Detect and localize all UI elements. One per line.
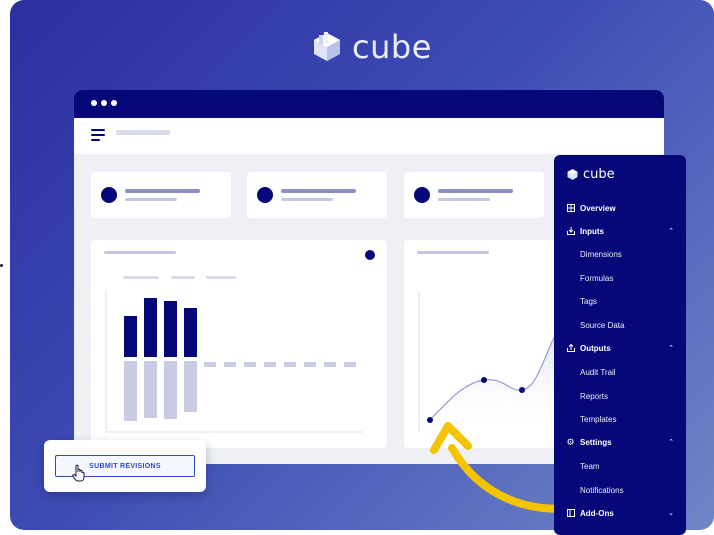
sidebar-item-outputs[interactable]: Outputs ⌃ [554, 339, 686, 357]
sidebar-item-formulas[interactable]: Formulas [554, 269, 686, 287]
stat-card [91, 172, 231, 218]
hand-cursor-icon [72, 464, 85, 482]
bar [184, 308, 197, 357]
upload-icon [566, 344, 575, 353]
sidebar-item-tags[interactable]: Tags [554, 292, 686, 310]
sidebar-item-add-ons[interactable]: Add-Ons ⌄ [554, 504, 686, 522]
sidebar-item-overview[interactable]: Overview [554, 199, 686, 217]
sidebar-item-inputs[interactable]: Inputs ⌃ [554, 222, 686, 240]
inbox-icon [566, 227, 575, 236]
sidebar-item-source-data[interactable]: Source Data [554, 316, 686, 334]
bar [184, 361, 197, 412]
brand-name: cube [352, 28, 432, 66]
cube-logo-icon [567, 169, 578, 180]
sidebar-logo: cube [566, 167, 615, 182]
stat-card [404, 172, 544, 218]
top-nav [74, 118, 664, 154]
window-controls[interactable] [91, 100, 117, 106]
edge-dot [0, 264, 3, 267]
bar [164, 361, 177, 419]
cube-logo-icon [314, 32, 340, 61]
bar [164, 301, 177, 357]
sidebar-item-team[interactable]: Team [554, 457, 686, 475]
sidebar-item-audit-trail[interactable]: Audit Trail [554, 363, 686, 381]
chevron-up-icon: ⌃ [668, 439, 674, 446]
gear-icon: ⚙ [566, 436, 575, 447]
line-point [519, 387, 525, 393]
submit-card: SUBMIT REVISIONS [44, 440, 206, 492]
addons-icon [566, 509, 575, 518]
sidebar-item-reports[interactable]: Reports [554, 387, 686, 405]
bar [144, 361, 157, 418]
line-point [481, 377, 487, 383]
bar [124, 316, 137, 357]
sidebar-brand: cube [583, 167, 615, 182]
chevron-up-icon: ⌃ [668, 345, 674, 352]
cube-logo: cube [310, 28, 432, 66]
bar [124, 361, 137, 421]
sidebar-item-templates[interactable]: Templates [554, 410, 686, 428]
bar [144, 298, 157, 357]
sidebar-item-dimensions[interactable]: Dimensions [554, 245, 686, 263]
chevron-up-icon: ⌃ [668, 228, 674, 235]
sidebar-item-settings[interactable]: ⚙ Settings ⌃ [554, 433, 686, 451]
chevron-down-icon: ⌄ [668, 510, 674, 517]
breadcrumb-placeholder [116, 130, 170, 135]
menu-icon[interactable] [91, 129, 105, 144]
window-titlebar [74, 90, 664, 118]
sidebar-item-notifications[interactable]: Notifications [554, 481, 686, 499]
bar-chart [104, 250, 375, 433]
sidebar-nav: cube Overview Inputs ⌃ Dimensions Formul… [554, 155, 686, 535]
bar-chart-panel [91, 240, 387, 448]
grid-icon [566, 204, 575, 213]
stat-card [247, 172, 387, 218]
